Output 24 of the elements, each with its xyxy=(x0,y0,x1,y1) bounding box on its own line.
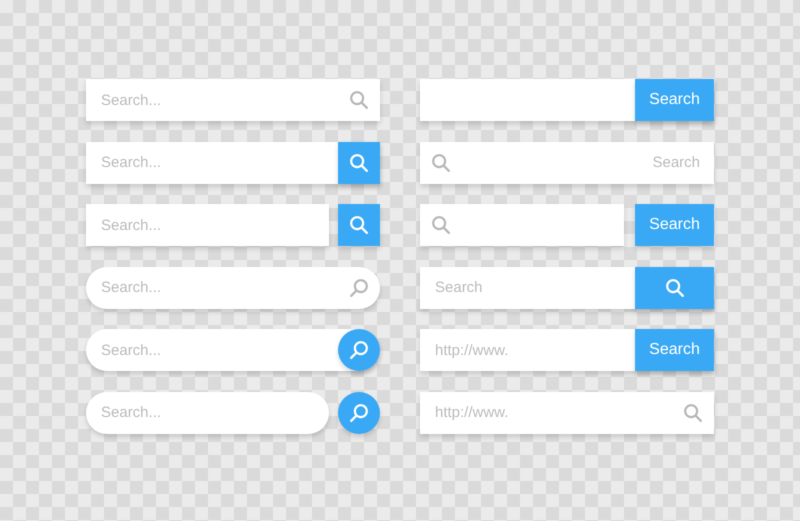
search-field[interactable] xyxy=(420,204,624,246)
search-input[interactable]: Search... xyxy=(86,204,329,246)
search-input[interactable]: http://www. xyxy=(420,329,635,371)
search-field[interactable]: http://www. Search xyxy=(420,329,714,371)
search-button[interactable] xyxy=(338,204,380,246)
search-button[interactable]: Search xyxy=(635,329,714,371)
search-icon xyxy=(348,276,370,298)
search-button[interactable]: Search xyxy=(635,79,714,121)
search-icon xyxy=(348,339,370,361)
search-icon xyxy=(664,276,686,298)
search-button[interactable] xyxy=(338,142,380,184)
search-button[interactable] xyxy=(635,266,714,308)
search-icon xyxy=(348,214,370,236)
search-icon xyxy=(682,402,704,424)
search-field[interactable]: Search xyxy=(420,266,714,308)
search-icon xyxy=(348,89,370,111)
search-icon xyxy=(348,402,370,424)
search-icon xyxy=(348,152,370,174)
search-button[interactable]: Search xyxy=(635,204,714,246)
search-button[interactable] xyxy=(338,329,380,371)
search-button[interactable] xyxy=(338,392,380,434)
search-input[interactable]: Search xyxy=(420,266,635,308)
search-field[interactable]: Search xyxy=(420,79,714,121)
search-input[interactable]: Search... xyxy=(86,392,329,434)
